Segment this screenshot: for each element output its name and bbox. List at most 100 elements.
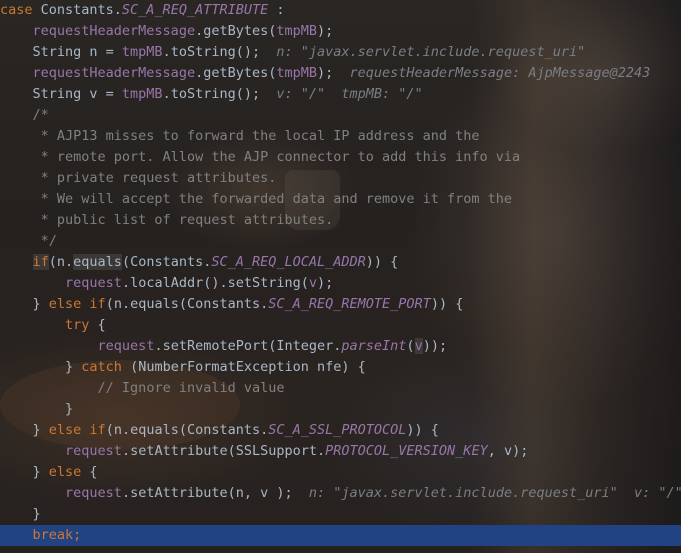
code-token: /* [32,107,49,123]
code-line[interactable]: String v = tmpMB.toString(); v: "/" tmpM… [0,84,681,105]
code-token: tmpMB [121,44,163,60]
code-token: break [32,527,74,543]
code-token: String v = [32,86,122,102]
code-token: .setAttribute(n, v ); [121,485,293,501]
code-token: )) { [430,296,464,312]
code-token: tmpMB [276,65,317,81]
code-editor[interactable]: case Constants.SC_A_REQ_ATTRIBUTE : requ… [0,0,681,553]
code-token: } [65,359,82,375]
code-line[interactable]: } else if(n.equals(Constants.SC_A_REQ_RE… [0,294,681,315]
code-token: SC_A_REQ_REMOTE_PORT [268,296,431,312]
code-line[interactable]: * public list of request attributes. [0,210,681,231]
code-token: { [81,464,98,480]
code-token: catch [81,359,122,375]
code-line[interactable]: requestHeaderMessage.getBytes(tmpMB); re… [0,63,681,84]
code-line[interactable]: if(n.equals(Constants.SC_A_REQ_LOCAL_ADD… [0,252,681,273]
code-token: case [0,2,33,18]
code-token: else if [48,422,106,438]
code-token: */ [40,233,57,249]
inline-debug-hint: n: "javax.servlet.include.request_uri" [260,44,586,60]
code-token: * We will accept the forwarded data and … [40,191,513,207]
code-line[interactable]: request.setAttribute(SSLSupport.PROTOCOL… [0,441,681,462]
code-token: } [32,422,49,438]
code-token: String n = [32,44,122,60]
code-token: , v); [487,443,529,459]
code-line[interactable]: * private request attributes. [0,168,681,189]
code-token: )); [422,338,448,354]
code-token: else [48,464,82,480]
code-line[interactable]: } [0,399,681,420]
code-line[interactable]: request.localAddr().setString(v); [0,273,681,294]
code-token: request [65,485,122,501]
code-line[interactable]: request.setRemotePort(Integer.parseInt(v… [0,336,681,357]
code-token: (n.equals(Constants. [105,296,269,312]
code-line[interactable]: String n = tmpMB.toString(); n: "javax.s… [0,42,681,63]
inline-debug-hint: n: "javax.servlet.include.request_uri" v… [292,485,681,501]
code-line[interactable]: } [0,504,681,525]
code-token: .getBytes( [195,23,277,39]
code-token: v [308,275,318,291]
code-token: .setAttribute(SSLSupport. [121,443,326,459]
code-token: Constants. [32,2,122,18]
code-token: ); [317,275,334,291]
code-line[interactable]: try { [0,315,681,336]
code-token: * AJP13 misses to forward the local IP a… [40,128,480,144]
code-line[interactable]: // Ignore invalid value [0,378,681,399]
code-line[interactable]: request.setAttribute(n, v ); n: "javax.s… [0,483,681,504]
code-line[interactable]: } catch (NumberFormatException nfe) { [0,357,681,378]
code-token: (Constants. [121,254,212,270]
code-line[interactable]: * AJP13 misses to forward the local IP a… [0,126,681,147]
code-line[interactable]: requestHeaderMessage.getBytes(tmpMB); [0,21,681,42]
code-line[interactable]: } else if(n.equals(Constants.SC_A_SSL_PR… [0,420,681,441]
code-token: )) { [406,422,439,438]
code-token: ); [317,65,334,81]
code-line[interactable]: * We will accept the forwarded data and … [0,189,681,210]
code-token: equals [73,254,122,270]
code-token: * remote port. Allow the AJP connector t… [40,149,521,165]
code-line[interactable]: } else { [0,462,681,483]
code-token: .toString(); [162,86,261,102]
code-line-current[interactable]: break; [0,525,681,546]
code-line[interactable]: * remote port. Allow the AJP connector t… [0,147,681,168]
code-token: } [32,296,49,312]
inline-debug-hint: v: "/" tmpMB: "/" [260,86,423,102]
code-token: (n.equals(Constants. [105,422,269,438]
code-token: v [414,338,423,354]
code-token: .toString(); [162,44,261,60]
code-token: request [97,338,155,354]
code-token: if [32,254,49,270]
code-token: ); [317,23,334,39]
code-token: SC_A_SSL_PROTOCOL [268,422,407,438]
code-area[interactable]: case Constants.SC_A_REQ_ATTRIBUTE : requ… [0,0,681,546]
code-token: request [65,443,122,459]
code-token: } [32,506,41,522]
code-token: SC_A_REQ_LOCAL_ADDR [211,254,366,270]
code-token: requestHeaderMessage [32,65,196,81]
code-line[interactable]: /* [0,105,681,126]
code-line[interactable]: */ [0,231,681,252]
code-token: : [268,2,285,18]
code-line[interactable]: case Constants.SC_A_REQ_ATTRIBUTE : [0,0,681,21]
code-token: } [65,401,74,417]
code-token: parseInt [341,338,407,354]
